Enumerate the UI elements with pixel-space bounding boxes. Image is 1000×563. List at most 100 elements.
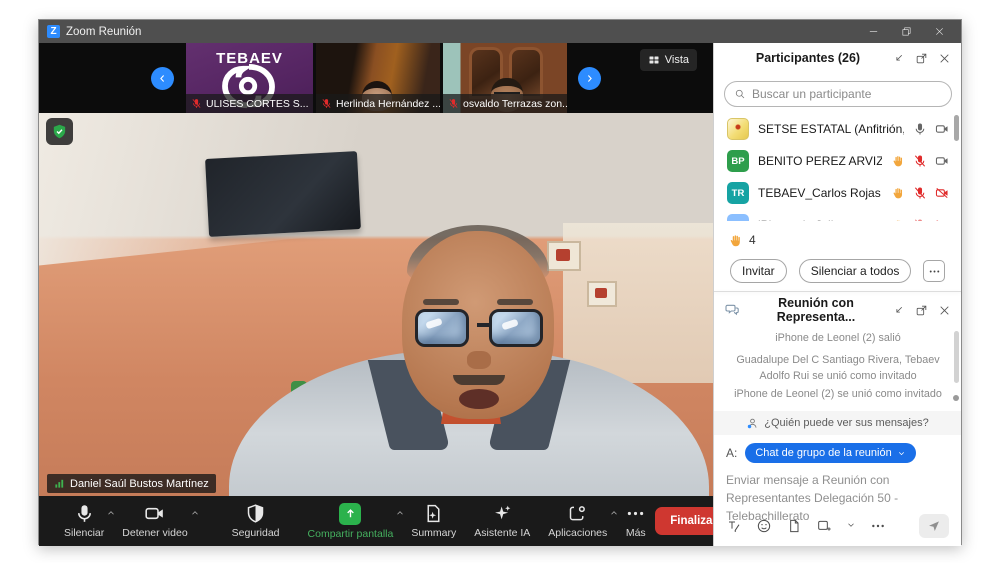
view-button-label: Vista [665, 54, 689, 66]
share-screen-button[interactable]: Compartir pantalla [299, 496, 403, 546]
participants-title: Participantes (26) [724, 51, 892, 65]
summary-button[interactable]: Summary [402, 496, 465, 546]
send-message-button[interactable] [919, 514, 949, 538]
more-dots-icon[interactable] [870, 518, 886, 534]
participant-name: TEBAEV_Carlos Rojas [758, 186, 882, 200]
screenshot-icon[interactable] [816, 518, 832, 534]
camera-on-icon[interactable] [935, 122, 949, 136]
system-message: iPhone de Leonel (2) se unió como invita… [734, 387, 942, 403]
eyebrow [497, 299, 533, 305]
ai-assistant-button[interactable]: Asistente IA [465, 496, 539, 546]
video-thumbnail[interactable]: TEBAEV ULISES CORTES S... [186, 43, 313, 113]
mic-icon [74, 503, 95, 524]
video-filmstrip: TEBAEV ULISES CORTES S... Herlinda Herná… [39, 43, 713, 113]
file-attach-icon[interactable] [786, 518, 802, 534]
participants-header: Participantes (26) [714, 43, 961, 73]
close-panel-icon[interactable] [938, 304, 951, 317]
glasses-lens [415, 309, 469, 347]
participant-row[interactable]: TR TEBAEV_Carlos Rojas [714, 177, 961, 209]
title-bar: Z Zoom Reunión [39, 20, 961, 43]
wall-tv [205, 151, 361, 237]
minimize-icon[interactable] [868, 26, 879, 37]
toolbar-label: Detener video [122, 527, 187, 539]
close-panel-icon[interactable] [938, 52, 951, 65]
system-message: iPhone de Leonel (2) salió [734, 331, 942, 347]
toolbar-label: Seguridad [232, 527, 280, 539]
raised-hand-icon [891, 154, 905, 168]
message-privacy-note[interactable]: ¿Quién puede ver sus mensajes? [714, 411, 961, 435]
invite-button[interactable]: Invitar [730, 259, 787, 283]
video-thumbnail[interactable]: osvaldo Terrazas zon... [443, 43, 567, 113]
participant-name-overlay: osvaldo Terrazas zon... [443, 94, 567, 113]
video-thumbnail[interactable]: Herlinda Hernández ... [316, 43, 440, 113]
chevron-up-icon[interactable] [190, 505, 200, 515]
avatar [727, 118, 749, 140]
encryption-badge[interactable] [46, 118, 73, 145]
more-dots-icon [928, 265, 941, 278]
chat-composer: A: Chat de grupo de la reunión [726, 443, 916, 463]
view-button[interactable]: Vista [640, 49, 697, 71]
recipient-selector[interactable]: Chat de grupo de la reunión [745, 443, 915, 463]
stop-video-button[interactable]: Detener video [113, 496, 196, 546]
search-input[interactable] [752, 87, 932, 101]
popout-panel-icon[interactable] [915, 304, 928, 317]
toolbar-label: Summary [411, 527, 456, 539]
raised-hand-icon [891, 186, 905, 200]
window-title: Zoom Reunión [66, 26, 141, 38]
chat-scroll-dot [953, 395, 959, 401]
close-icon[interactable] [934, 26, 945, 37]
participant-row[interactable]: SETSE ESTATAL (Anfitrión, yo) [714, 113, 961, 145]
mute-all-button[interactable]: Silenciar a todos [799, 259, 912, 283]
speaker-name: Daniel Saúl Bustos Martínez [70, 478, 209, 490]
participants-scrollbar[interactable] [954, 115, 959, 141]
main-speaker-video: Daniel Saúl Bustos Martínez [39, 113, 713, 496]
participant-row[interactable]: BP BENITO PEREZ ARVIZU [714, 145, 961, 177]
wall-shelf [563, 223, 713, 383]
lens-glare [425, 318, 442, 330]
muted-mic-icon [448, 98, 459, 109]
chat-scrollbar[interactable] [954, 331, 959, 383]
security-button[interactable]: Seguridad [223, 496, 289, 546]
toolbar-label: Aplicaciones [548, 527, 607, 539]
emoji-icon[interactable] [756, 518, 772, 534]
more-button[interactable]: Más [616, 496, 655, 546]
mute-button[interactable]: Silenciar [55, 496, 113, 546]
participants-more-button[interactable] [923, 260, 945, 282]
lens-glare [501, 319, 518, 331]
speaker-nose [467, 351, 491, 369]
mic-on-icon[interactable] [913, 122, 927, 136]
recipient-label: Chat de grupo de la reunión [755, 447, 891, 459]
side-panel: Participantes (26) SETSE ESTATAL (Anfitr… [713, 43, 961, 546]
muted-mic-icon[interactable] [913, 218, 927, 221]
participant-search[interactable] [724, 81, 952, 107]
participant-name-overlay: ULISES CORTES S... [186, 94, 313, 113]
chevron-down-icon[interactable] [846, 520, 856, 530]
zoom-meeting-window: Z Zoom Reunión TEBAEV ULISES CORTES S... [38, 19, 962, 545]
muted-mic-icon[interactable] [913, 186, 927, 200]
next-videos-button[interactable] [578, 67, 601, 90]
sparkle-icon [492, 503, 513, 524]
thumbnail-name: Herlinda Hernández ... [336, 98, 440, 110]
camera-off-icon[interactable] [935, 218, 949, 221]
muted-mic-icon[interactable] [913, 154, 927, 168]
chevron-down-icon [897, 449, 906, 458]
participants-actions: Invitar Silenciar a todos [714, 259, 961, 283]
chat-toolbar [714, 505, 961, 546]
muted-mic-icon [321, 98, 332, 109]
camera-off-icon[interactable] [935, 186, 949, 200]
privacy-person-icon [746, 417, 759, 430]
participant-row[interactable]: iP iPhone de Juli... [714, 209, 961, 221]
collapse-panel-icon[interactable] [892, 304, 905, 317]
prev-videos-button[interactable] [151, 67, 174, 90]
send-plane-icon [927, 519, 941, 533]
participant-name: BENITO PEREZ ARVIZU [758, 154, 882, 168]
popout-panel-icon[interactable] [915, 52, 928, 65]
restore-icon[interactable] [901, 26, 912, 37]
camera-on-icon[interactable] [935, 154, 949, 168]
text-format-icon[interactable] [726, 518, 742, 534]
zoom-logo-icon: Z [47, 25, 60, 38]
apps-button[interactable]: Aplicaciones [539, 496, 616, 546]
summary-doc-icon [423, 503, 444, 524]
speaker-mustache [453, 375, 505, 385]
collapse-panel-icon[interactable] [892, 52, 905, 65]
